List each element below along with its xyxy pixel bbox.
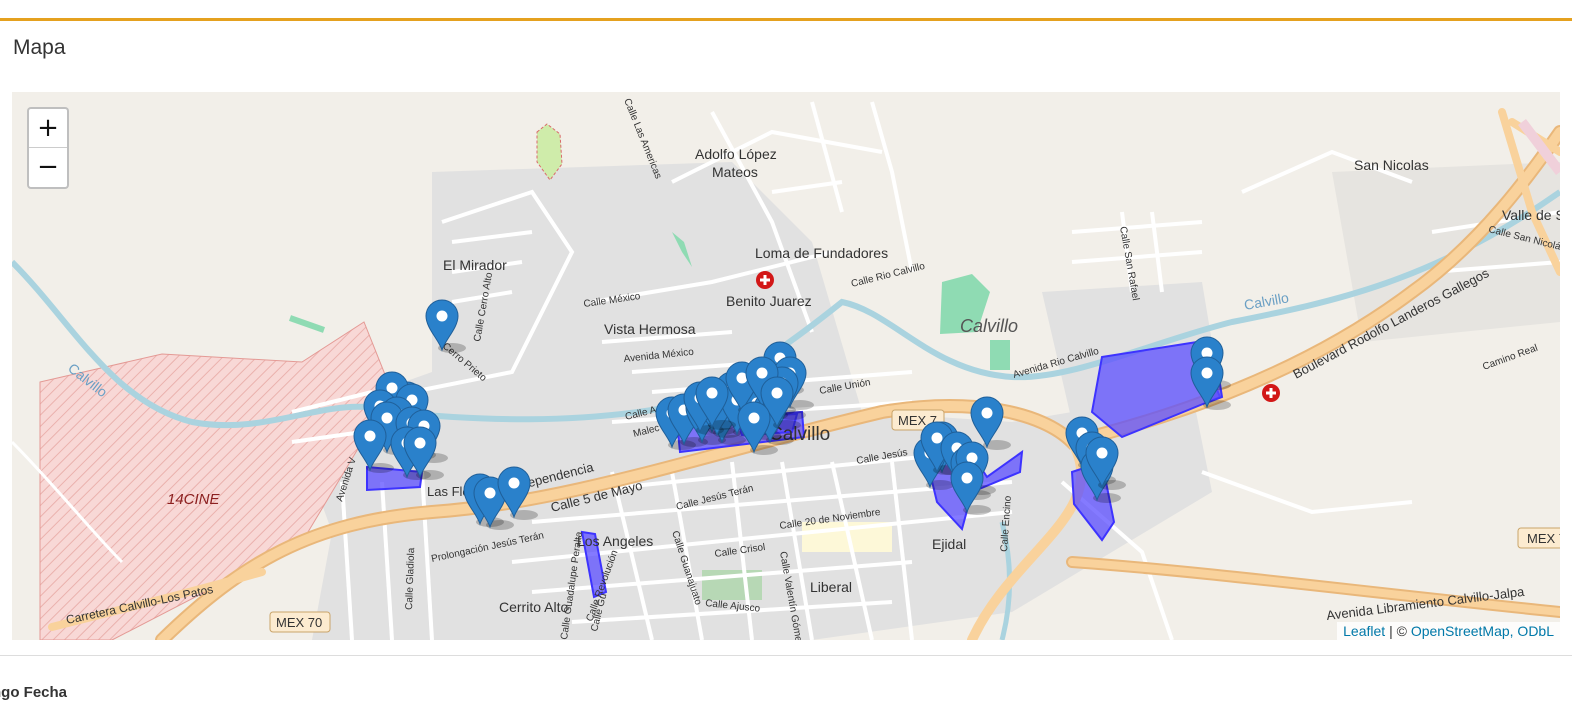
- place-label: Valle de S: [1502, 207, 1560, 223]
- map-attribution: Leaflet | © OpenStreetMap, ODbL: [1337, 622, 1560, 640]
- map-tiles[interactable]: Adolfo López Mateos Loma de Fundadores E…: [12, 92, 1560, 640]
- road-label: Calle Gladiola: [404, 547, 417, 610]
- place-label: Mateos: [712, 164, 758, 180]
- zoom-control: + −: [27, 107, 69, 189]
- attribution-separator: | ©: [1385, 623, 1411, 639]
- leaflet-link[interactable]: Leaflet: [1343, 623, 1385, 639]
- hospital-icon-boulevard: [1262, 384, 1280, 402]
- route-shield: MEX 70: [269, 611, 331, 633]
- zoom-in-button[interactable]: +: [29, 109, 67, 148]
- section-divider: [0, 655, 1572, 656]
- place-label: Benito Juarez: [726, 293, 812, 309]
- place-label: Ejidal: [932, 536, 966, 552]
- date-range-label: ngo Fecha: [0, 684, 68, 701]
- hospital-icon-benito: [756, 271, 774, 289]
- panel-top-border: [0, 18, 1572, 21]
- zoom-out-button[interactable]: −: [29, 148, 67, 186]
- map-container[interactable]: Adolfo López Mateos Loma de Fundadores E…: [12, 92, 1560, 640]
- place-label: Los Angeles: [577, 533, 653, 549]
- place-label: San Nicolas: [1354, 157, 1429, 173]
- place-label: Vista Hermosa: [604, 321, 696, 337]
- place-label: Loma de Fundadores: [755, 245, 888, 261]
- place-label: Cerrito Alto: [499, 599, 568, 615]
- place-label: 14CINE: [167, 491, 221, 508]
- panel-title: Mapa: [13, 36, 66, 59]
- osm-link[interactable]: OpenStreetMap, ODbL: [1411, 623, 1554, 639]
- place-label: Calvillo: [960, 316, 1018, 336]
- place-label: El Mirador: [443, 257, 507, 273]
- route-shield: MEX 70: [1517, 527, 1560, 549]
- place-label: Adolfo López: [695, 146, 777, 162]
- route-shield-label: MEX 70: [276, 615, 322, 630]
- route-shield-label: MEX 70: [1527, 531, 1560, 546]
- place-label: Las Flo: [427, 484, 470, 499]
- place-label: Liberal: [810, 579, 852, 595]
